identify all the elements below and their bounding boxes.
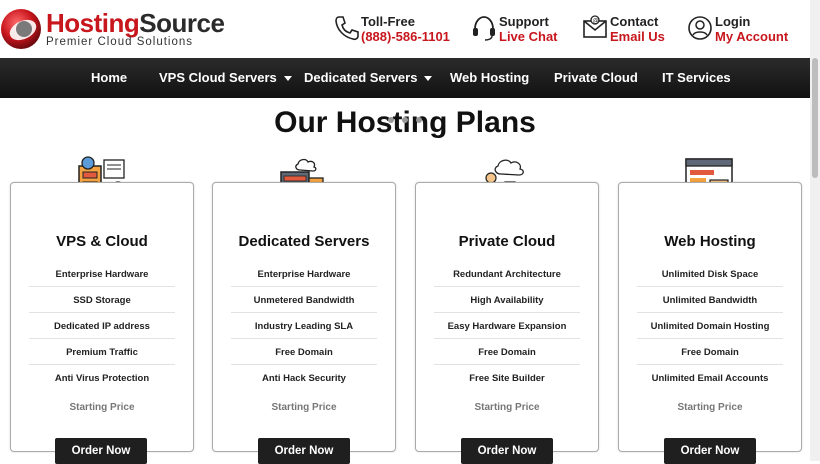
plan-feature: Premium Traffic <box>66 347 138 358</box>
nav-item-private-cloud[interactable]: Private Cloud <box>554 58 638 98</box>
plan-feature: Unlimited Domain Hosting <box>650 321 770 332</box>
nav-item-it-services[interactable]: IT Services <box>662 58 731 98</box>
divider <box>434 312 580 313</box>
order-now-button[interactable]: Order Now <box>461 438 553 464</box>
plan-card-web-hosting: Web Hosting Unlimited Disk Space Unlimit… <box>618 182 802 452</box>
divider <box>29 338 175 339</box>
divider <box>434 286 580 287</box>
divider <box>637 312 783 313</box>
nav-item-dedicated-servers[interactable]: Dedicated Servers <box>304 58 433 98</box>
logo-globe-icon <box>1 9 41 49</box>
header-link-label: Contact <box>610 14 659 29</box>
plan-card-dedicated-servers: Dedicated Servers Enterprise Hardware Un… <box>212 182 396 452</box>
plan-feature: Unmetered Bandwidth <box>253 295 355 306</box>
page-scrollbar[interactable] <box>810 0 820 461</box>
divider <box>637 286 783 287</box>
header-link-label: Toll-Free <box>361 14 415 29</box>
header-link-label: Login <box>715 14 751 29</box>
user-icon <box>688 16 712 40</box>
scrollbar-thumb[interactable] <box>812 58 818 178</box>
starting-price-label: Starting Price <box>677 402 743 413</box>
brand-tagline: Premier Cloud Solutions <box>46 36 194 48</box>
order-now-button[interactable]: Order Now <box>258 438 350 464</box>
plan-feature: Anti Hack Security <box>262 373 346 384</box>
plan-feature: Enterprise Hardware <box>257 269 351 280</box>
divider <box>434 364 580 365</box>
plan-feature: Easy Hardware Expansion <box>447 321 567 332</box>
header-link-label: Support <box>499 14 549 29</box>
chevron-down-icon <box>283 76 292 82</box>
plan-feature: Unlimited Email Accounts <box>651 373 769 384</box>
plan-title: VPS & Cloud <box>56 233 148 250</box>
plan-feature: High Availability <box>470 295 544 306</box>
plan-title: Web Hosting <box>664 233 756 250</box>
phone-icon <box>335 16 359 41</box>
nav-item-home[interactable]: Home <box>91 58 127 98</box>
site-header: HostingSource Premier Cloud Solutions To… <box>0 0 820 58</box>
plan-card-private-cloud: Private Cloud Redundant Architecture Hig… <box>415 182 599 452</box>
order-now-button[interactable]: Order Now <box>55 438 147 464</box>
plan-feature: Anti Virus Protection <box>54 373 150 384</box>
svg-text:@: @ <box>593 17 599 24</box>
plan-feature: Dedicated IP address <box>54 321 150 332</box>
plan-feature: Enterprise Hardware <box>55 269 149 280</box>
chevron-down-icon <box>424 76 433 82</box>
divider <box>29 286 175 287</box>
divider <box>231 338 377 339</box>
divider <box>29 312 175 313</box>
headset-icon <box>473 16 495 41</box>
header-link-value: My Account <box>715 29 789 44</box>
divider <box>231 286 377 287</box>
envelope-icon: @ <box>583 15 607 38</box>
header-link-value: Live Chat <box>499 29 558 44</box>
plan-feature: Free Domain <box>275 347 333 358</box>
plan-card-vps-cloud: VPS & Cloud Enterprise Hardware SSD Stor… <box>10 182 194 452</box>
divider <box>29 364 175 365</box>
nav-item-vps-cloud-servers[interactable]: VPS Cloud Servers <box>159 58 292 98</box>
divider <box>231 364 377 365</box>
nav-item-web-hosting[interactable]: Web Hosting <box>450 58 529 98</box>
starting-price-label: Starting Price <box>69 402 135 413</box>
plan-title: Dedicated Servers <box>238 233 370 250</box>
plan-feature: Industry Leading SLA <box>254 321 354 332</box>
divider <box>434 338 580 339</box>
loading-dots-icon <box>388 110 430 128</box>
header-link-value: Email Us <box>610 29 665 44</box>
plan-title: Private Cloud <box>458 233 556 250</box>
divider <box>637 338 783 339</box>
brand-name: HostingSource <box>46 8 225 38</box>
starting-price-label: Starting Price <box>474 402 540 413</box>
plan-feature: SSD Storage <box>73 295 131 306</box>
header-link-value: (888)-586-1101 <box>361 29 450 44</box>
divider <box>637 364 783 365</box>
plan-feature: Free Domain <box>681 347 739 358</box>
starting-price-label: Starting Price <box>271 402 337 413</box>
plan-feature: Free Domain <box>478 347 536 358</box>
brand-logo[interactable]: HostingSource Premier Cloud Solutions <box>0 8 225 50</box>
plan-feature: Unlimited Bandwidth <box>662 295 758 306</box>
main-nav: Home VPS Cloud Servers Dedicated Servers… <box>0 58 810 98</box>
order-now-button[interactable]: Order Now <box>664 438 756 464</box>
plan-feature: Redundant Architecture <box>453 269 561 280</box>
plan-feature: Free Site Builder <box>469 373 545 384</box>
divider <box>231 312 377 313</box>
plan-feature: Unlimited Disk Space <box>661 269 759 280</box>
